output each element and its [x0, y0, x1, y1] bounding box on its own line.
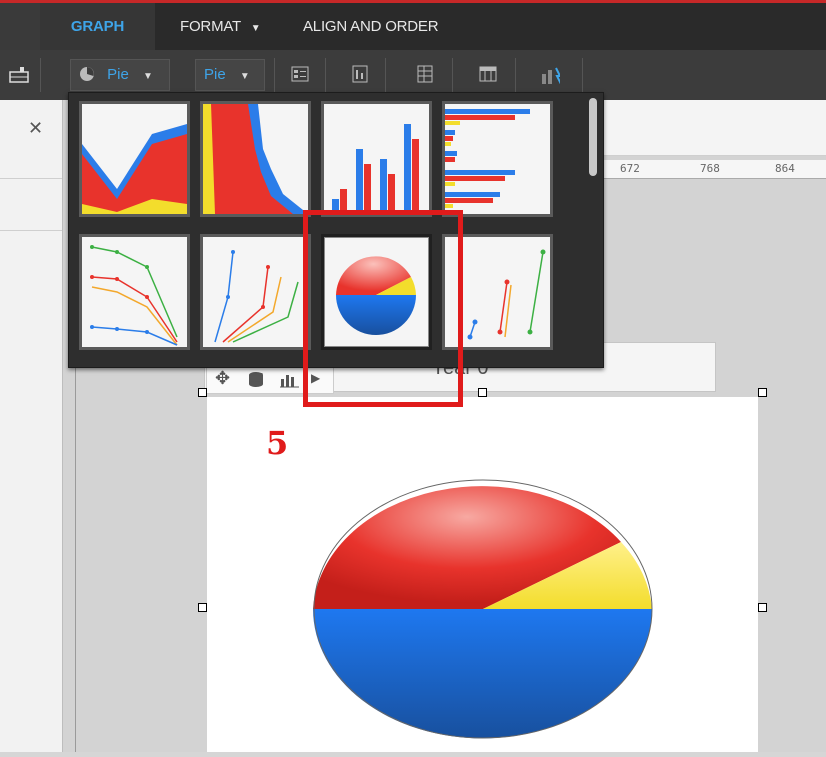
- grid-icon[interactable]: [415, 64, 435, 84]
- chevron-down-icon: ▼: [239, 71, 250, 82]
- toolbar-separator: [452, 58, 453, 92]
- toolbar-separator: [515, 58, 516, 92]
- ribbon-left-stub: [0, 3, 40, 50]
- pie-icon: [80, 67, 94, 81]
- vertical-line-thumb[interactable]: [200, 234, 311, 350]
- chart-subtype-label: Pie: [204, 66, 226, 83]
- close-icon[interactable]: ✕: [28, 118, 43, 139]
- gallery-scrollbar[interactable]: [589, 98, 597, 176]
- toolbar-separator: [274, 58, 275, 92]
- table-layout-icon[interactable]: [8, 64, 30, 86]
- chart-subtype-dropdown[interactable]: Pie ▼: [195, 59, 265, 91]
- table-icon[interactable]: [478, 64, 498, 84]
- tab-graph[interactable]: GRAPH: [40, 3, 155, 50]
- legend-icon[interactable]: [290, 64, 310, 84]
- chart-type-dropdown[interactable]: Pie ▼: [70, 59, 170, 91]
- area-chart-thumb[interactable]: [79, 101, 190, 217]
- tab-format-label: FORMAT: [180, 18, 241, 35]
- database-icon[interactable]: [247, 371, 267, 389]
- chevron-down-icon: ▼: [143, 71, 153, 82]
- resize-handle[interactable]: [198, 603, 207, 612]
- left-side-panel: [0, 100, 63, 752]
- chart-type-label: Pie: [107, 66, 129, 83]
- panel-divider: [0, 178, 62, 179]
- resize-handle[interactable]: [198, 388, 207, 397]
- annotation-step-number: 5: [266, 424, 289, 462]
- toolbar-separator: [385, 58, 386, 92]
- ruler-tick-label: 864: [775, 162, 795, 175]
- panel-divider: [0, 230, 62, 231]
- ribbon-tab-bar: GRAPH FORMAT ▼ ALIGN AND ORDER: [0, 0, 826, 50]
- ruler-tick-label: 768: [700, 162, 720, 175]
- move-icon[interactable]: ✥: [215, 368, 230, 389]
- pie-slice-blue: [313, 609, 652, 739]
- line-chart-thumb[interactable]: [79, 234, 190, 350]
- vertical-bar-thumb[interactable]: [321, 101, 432, 217]
- chart-canvas[interactable]: [207, 397, 758, 752]
- toolbar-separator: [582, 58, 583, 92]
- stacked-area-vertical-thumb[interactable]: [200, 101, 311, 217]
- resize-handle[interactable]: [758, 603, 767, 612]
- ruler-tick-label: 672: [620, 162, 640, 175]
- chevron-down-icon: ▼: [250, 23, 261, 34]
- data-values-icon[interactable]: [350, 64, 370, 84]
- chart-data-icon[interactable]: [279, 371, 301, 389]
- horizontal-bar-thumb[interactable]: [442, 101, 553, 217]
- toolbar-separator: [40, 58, 41, 92]
- pie-chart: [313, 479, 653, 739]
- resize-handle[interactable]: [478, 388, 487, 397]
- tab-format[interactable]: FORMAT ▼: [180, 3, 261, 50]
- bar-analysis-icon[interactable]: [540, 64, 560, 84]
- toolbar-separator: [325, 58, 326, 92]
- annotation-highlight-box: [303, 210, 463, 407]
- resize-handle[interactable]: [758, 388, 767, 397]
- tab-align-and-order[interactable]: ALIGN AND ORDER: [303, 3, 439, 50]
